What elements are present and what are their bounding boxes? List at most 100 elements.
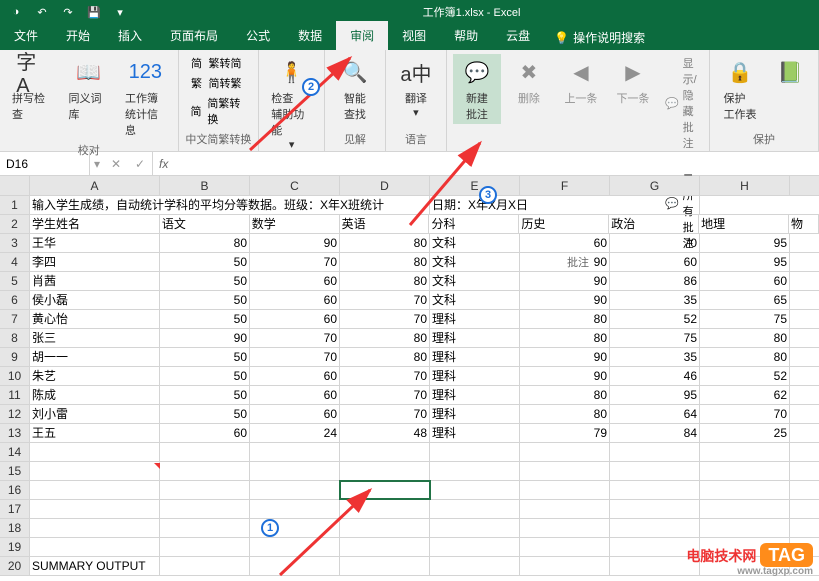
row-head[interactable]: 11 [0, 386, 30, 404]
cell[interactable]: 52 [700, 367, 790, 385]
row-head[interactable]: 5 [0, 272, 30, 290]
cell[interactable]: 70 [250, 329, 340, 347]
row-head[interactable]: 3 [0, 234, 30, 252]
cell[interactable]: 胡一一 [30, 348, 160, 366]
cell[interactable]: 70 [610, 234, 700, 252]
cell[interactable] [430, 557, 520, 575]
cell[interactable] [430, 481, 520, 499]
cell[interactable]: 张三 [30, 329, 160, 347]
row-head[interactable]: 15 [0, 462, 30, 480]
cell[interactable]: 文科 [430, 234, 520, 252]
thesaurus-button[interactable]: 📖同义词库 [63, 54, 116, 124]
cell[interactable]: 文科 [430, 253, 520, 271]
cell[interactable]: 65 [700, 291, 790, 309]
translate-button[interactable]: a中翻译▾ [392, 54, 440, 121]
cell[interactable]: 90 [160, 329, 250, 347]
row-head[interactable]: 2 [0, 215, 30, 233]
cell[interactable]: 80 [520, 310, 610, 328]
cell[interactable]: 70 [340, 310, 430, 328]
row-head[interactable]: 4 [0, 253, 30, 271]
cell[interactable] [430, 443, 520, 461]
cell[interactable]: 35 [610, 291, 700, 309]
row-head[interactable]: 20 [0, 557, 30, 575]
cell[interactable]: 50 [160, 367, 250, 385]
cell[interactable]: 理科 [430, 367, 520, 385]
new-comment-button[interactable]: 💬新建 批注 [453, 54, 501, 124]
cell[interactable]: 60 [250, 386, 340, 404]
cell[interactable]: 25 [700, 424, 790, 442]
name-box[interactable] [0, 152, 90, 175]
cell[interactable] [250, 443, 340, 461]
cell[interactable]: 王华 [30, 234, 160, 252]
cell[interactable]: 朱艺 [30, 367, 160, 385]
cell[interactable]: 60 [250, 367, 340, 385]
row-head[interactable]: 10 [0, 367, 30, 385]
cell[interactable] [520, 519, 610, 537]
name-dropdown-icon[interactable]: ▾ [90, 157, 104, 171]
cell[interactable] [610, 500, 700, 518]
cell[interactable]: 80 [520, 386, 610, 404]
cell[interactable] [160, 443, 250, 461]
cell[interactable]: 90 [520, 272, 610, 290]
cell[interactable]: 输入学生成绩，自动统计学科的平均分等数据。班级：X年X班统计 [30, 196, 430, 214]
cell[interactable]: 侯小磊 [30, 291, 160, 309]
cancel-formula-icon[interactable]: ✕ [104, 152, 128, 175]
row-head[interactable]: 6 [0, 291, 30, 309]
cell[interactable]: 70 [700, 405, 790, 423]
cell[interactable] [520, 557, 610, 575]
cell[interactable]: 60 [700, 272, 790, 290]
cell[interactable]: 80 [700, 348, 790, 366]
cell[interactable] [520, 500, 610, 518]
cell[interactable]: 35 [610, 348, 700, 366]
name-box-input[interactable] [6, 157, 83, 171]
cell[interactable]: 70 [340, 367, 430, 385]
autosave-toggle[interactable]: ◑ [6, 2, 26, 22]
cell[interactable] [160, 557, 250, 575]
workbook-stats-button[interactable]: 123工作簿 统计信息 [119, 54, 172, 140]
cell[interactable]: 86 [610, 272, 700, 290]
cell[interactable]: 62 [700, 386, 790, 404]
cell[interactable] [30, 443, 160, 461]
col-head-H[interactable]: H [700, 176, 790, 195]
cell[interactable]: 50 [160, 272, 250, 290]
cell[interactable] [160, 500, 250, 518]
row-head[interactable]: 7 [0, 310, 30, 328]
cell[interactable]: 50 [160, 405, 250, 423]
cell[interactable]: 刘小雷 [30, 405, 160, 423]
cell[interactable]: 50 [160, 310, 250, 328]
cell[interactable] [30, 500, 160, 518]
cell[interactable]: 64 [610, 405, 700, 423]
cell[interactable] [160, 538, 250, 556]
tab-formula[interactable]: 公式 [232, 21, 284, 50]
cell[interactable]: 文科 [430, 272, 520, 290]
cell[interactable] [610, 443, 700, 461]
cell[interactable]: 75 [610, 329, 700, 347]
fx-icon[interactable]: fx [153, 157, 174, 171]
cell[interactable] [340, 462, 430, 480]
cell[interactable]: 84 [610, 424, 700, 442]
cell[interactable] [30, 462, 160, 480]
cell[interactable]: 数学 [250, 215, 340, 233]
tab-data[interactable]: 数据 [284, 21, 336, 50]
cell[interactable] [30, 481, 160, 499]
cell[interactable]: 70 [340, 386, 430, 404]
tab-cloud[interactable]: 云盘 [492, 21, 544, 50]
cell[interactable]: 地理 [699, 215, 789, 233]
cell[interactable] [520, 481, 610, 499]
cell[interactable] [700, 500, 790, 518]
cell[interactable] [430, 538, 520, 556]
cell[interactable]: 80 [160, 234, 250, 252]
row-head[interactable]: 8 [0, 329, 30, 347]
spellcheck-button[interactable]: 字A拼写检查 [6, 54, 59, 124]
cell[interactable] [700, 519, 790, 537]
cell[interactable] [610, 462, 700, 480]
col-head-B[interactable]: B [160, 176, 250, 195]
cell[interactable]: 95 [700, 253, 790, 271]
row-head[interactable]: 18 [0, 519, 30, 537]
tell-me-search[interactable]: 💡 操作说明搜索 [544, 25, 655, 50]
cell[interactable]: 理科 [430, 386, 520, 404]
cell[interactable]: 70 [250, 253, 340, 271]
cell[interactable]: 60 [250, 405, 340, 423]
row-head[interactable]: 17 [0, 500, 30, 518]
cell[interactable] [520, 443, 610, 461]
